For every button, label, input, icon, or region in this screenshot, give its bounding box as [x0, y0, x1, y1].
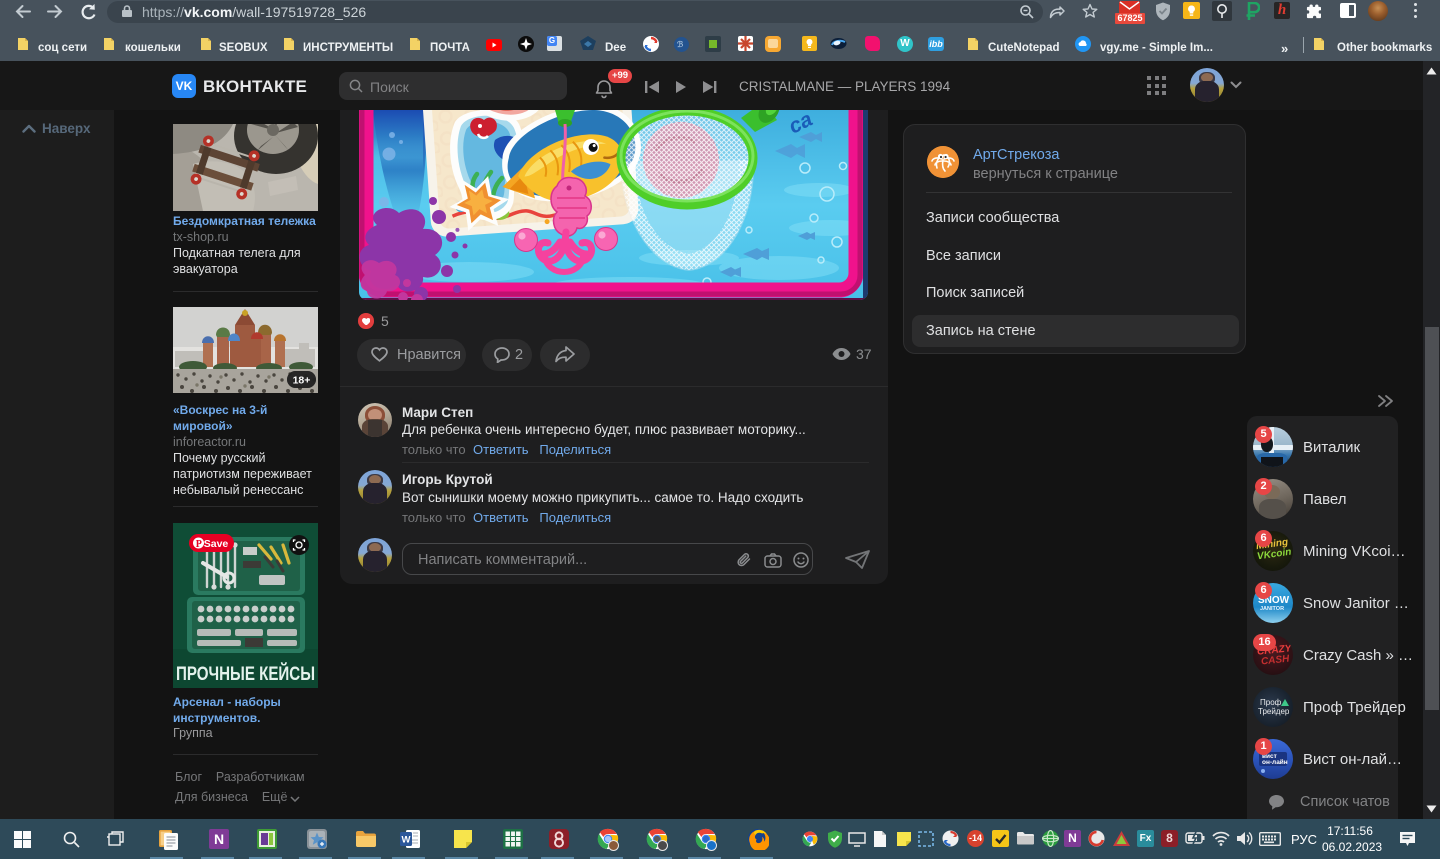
svg-text:ПРОЧНЫЕ КЕЙСЫ: ПРОЧНЫЕ КЕЙСЫ [176, 663, 315, 685]
svg-text:W: W [402, 835, 411, 846]
svg-text:Save: Save [204, 538, 229, 550]
svg-text:P: P [196, 539, 202, 550]
svg-text:18+: 18+ [293, 375, 311, 387]
